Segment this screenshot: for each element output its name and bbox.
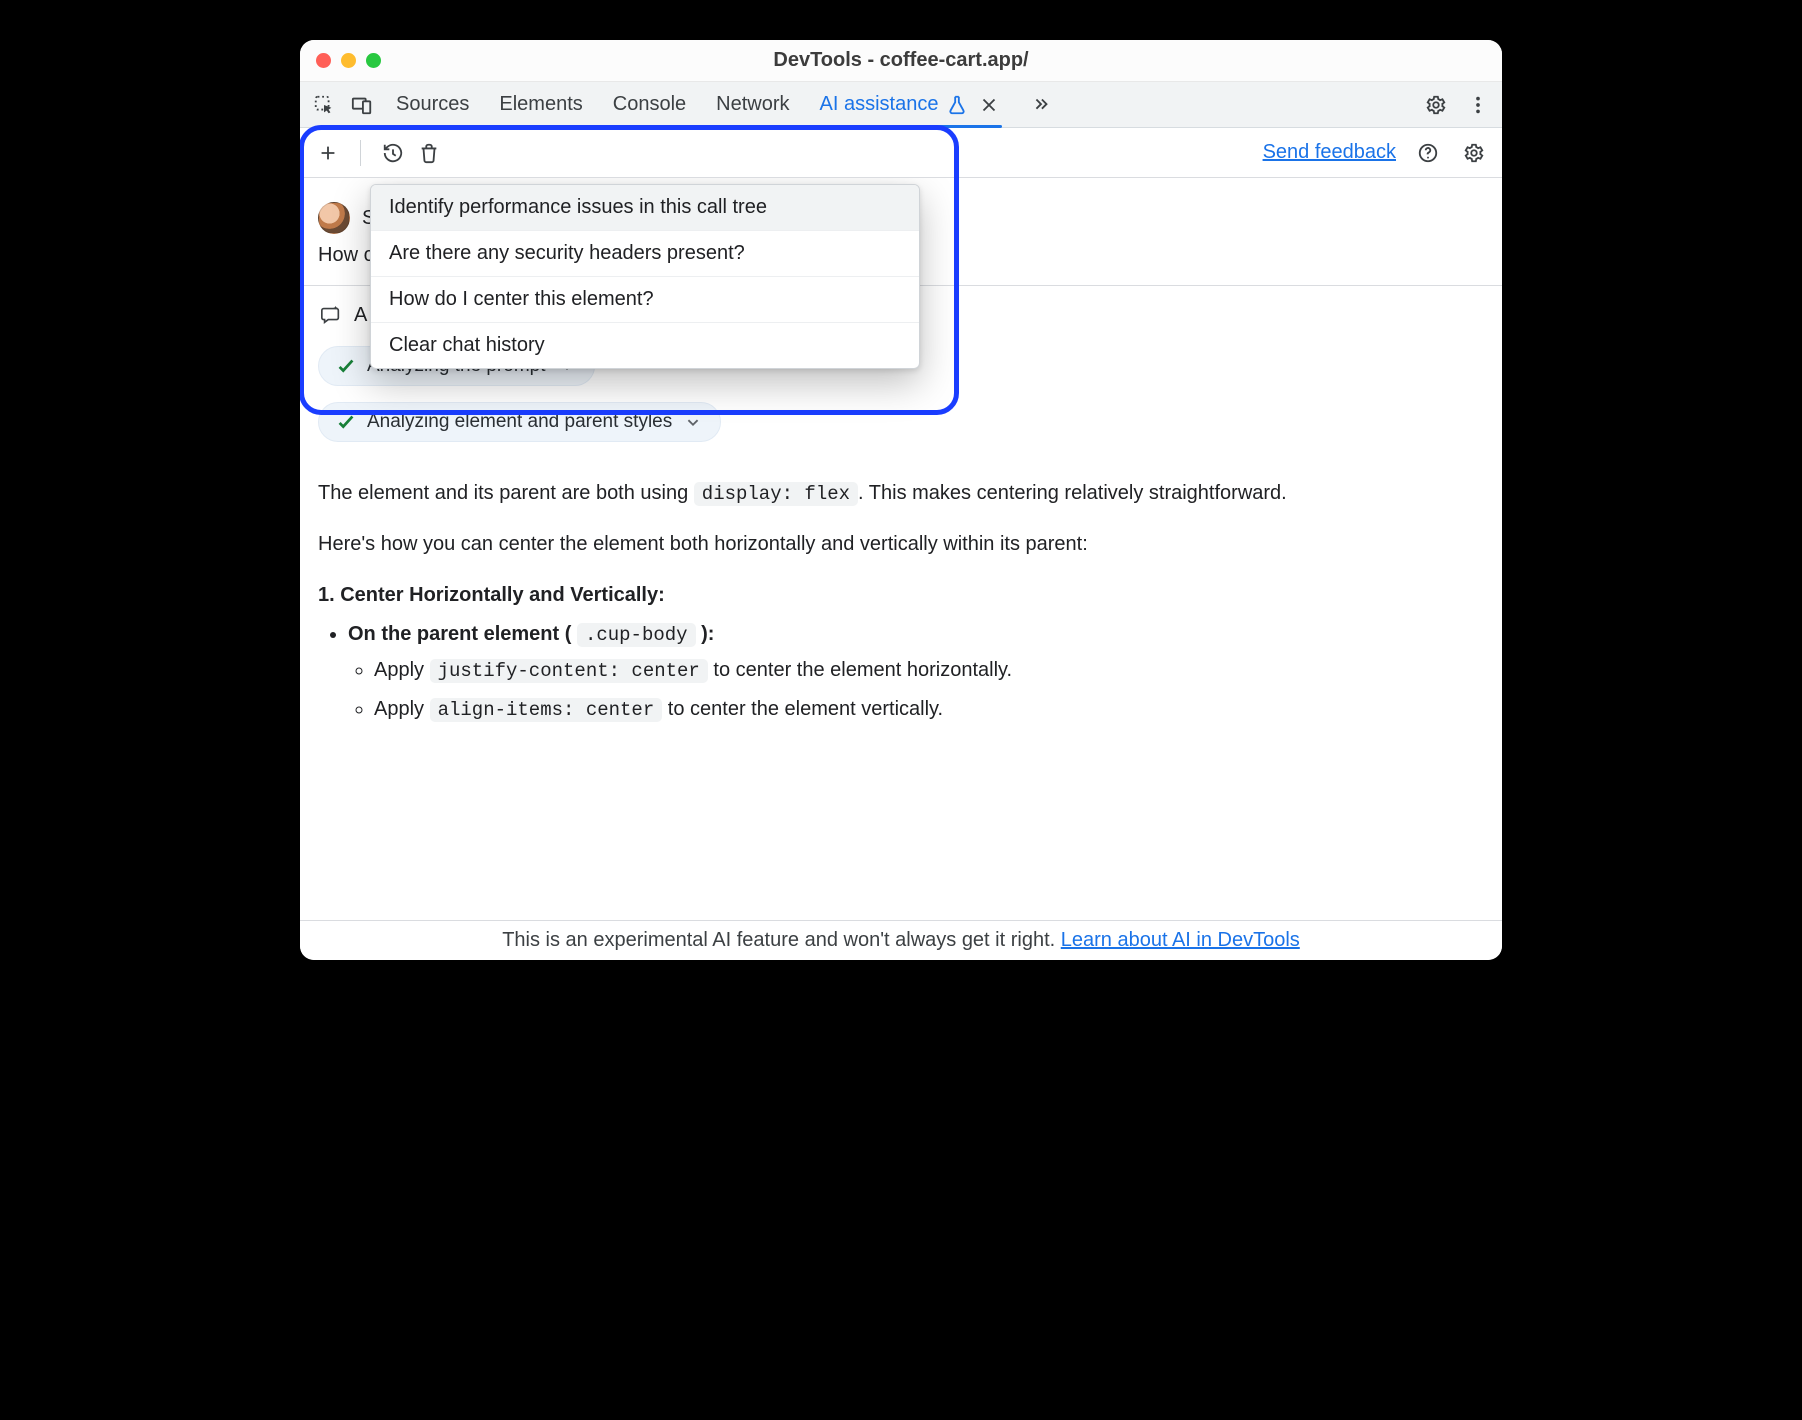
titlebar: DevTools - coffee-cart.app/ — [300, 40, 1502, 82]
text: to center the element vertically. — [662, 698, 943, 720]
code-inline: align-items: center — [430, 698, 663, 722]
response-heading: 1. Center Horizontally and Vertically: — [318, 580, 1484, 611]
tab-label: Console — [613, 93, 686, 116]
zoom-window-button[interactable] — [366, 53, 381, 68]
experiment-flask-icon — [946, 94, 968, 116]
chip-label: Analyzing element and parent styles — [367, 411, 672, 433]
list-item: Apply align-items: center to center the … — [374, 694, 1484, 725]
progress-chip[interactable]: Analyzing element and parent styles — [318, 402, 721, 442]
help-icon[interactable] — [1414, 139, 1442, 167]
window-title: DevTools - coffee-cart.app/ — [300, 49, 1502, 72]
text: Apply — [374, 698, 430, 720]
text: Apply — [374, 659, 430, 681]
text: On the parent element ( — [348, 623, 577, 645]
chevron-down-icon — [682, 411, 704, 433]
history-icon[interactable] — [379, 139, 407, 167]
text: Here's how you can center the element bo… — [318, 529, 1484, 560]
history-item[interactable]: How do I center this element? — [371, 277, 919, 323]
code-inline: display: flex — [694, 482, 858, 506]
text: The element and its parent are both usin… — [318, 482, 694, 504]
chat-content: S How c A Analyzing the prompt — [300, 178, 1502, 920]
devtools-window: DevTools - coffee-cart.app/ Sources Elem… — [300, 40, 1502, 960]
settings-gear-icon[interactable] — [1422, 91, 1450, 119]
history-item[interactable]: Identify performance issues in this call… — [371, 185, 919, 231]
traffic-lights — [316, 53, 381, 68]
minimize-window-button[interactable] — [341, 53, 356, 68]
more-tabs-icon[interactable] — [1030, 94, 1052, 116]
tab-label: Elements — [499, 93, 582, 116]
code-inline: .cup-body — [577, 623, 696, 647]
check-icon — [335, 355, 357, 377]
ai-response: The element and its parent are both usin… — [318, 478, 1484, 726]
panel-tabbar: Sources Elements Console Network AI assi… — [300, 82, 1502, 128]
delete-icon[interactable] — [415, 139, 443, 167]
separator — [360, 140, 361, 166]
history-item[interactable]: Are there any security headers present? — [371, 231, 919, 277]
list-item: Apply justify-content: center to center … — [374, 655, 1484, 686]
text: to center the element horizontally. — [708, 659, 1012, 681]
tab-console[interactable]: Console — [613, 82, 686, 127]
history-dropdown: Identify performance issues in this call… — [370, 184, 920, 369]
send-feedback-link[interactable]: Send feedback — [1263, 141, 1396, 164]
footer: This is an experimental AI feature and w… — [300, 920, 1502, 960]
tab-network[interactable]: Network — [716, 82, 789, 127]
tab-label: Network — [716, 93, 789, 116]
tab-ai-assistance[interactable]: AI assistance — [820, 82, 1001, 127]
tab-elements[interactable]: Elements — [499, 82, 582, 127]
ai-toolbar: Send feedback — [300, 128, 1502, 178]
text: . This makes centering relatively straig… — [858, 482, 1287, 504]
close-window-button[interactable] — [316, 53, 331, 68]
footer-text: This is an experimental AI feature and w… — [502, 929, 1061, 951]
new-chat-icon[interactable] — [314, 139, 342, 167]
check-icon — [335, 411, 357, 433]
device-toolbar-icon[interactable] — [348, 91, 376, 119]
tab-sources[interactable]: Sources — [396, 82, 469, 127]
footer-link[interactable]: Learn about AI in DevTools — [1061, 929, 1300, 951]
close-tab-icon[interactable] — [978, 94, 1000, 116]
tab-label: Sources — [396, 93, 469, 116]
inspect-element-icon[interactable] — [310, 91, 338, 119]
list-item: On the parent element ( .cup-body ): App… — [348, 619, 1484, 725]
code-inline: justify-content: center — [430, 659, 708, 683]
user-avatar — [318, 202, 350, 234]
kebab-menu-icon[interactable] — [1464, 91, 1492, 119]
ai-sparkle-chat-icon — [318, 302, 344, 328]
panel-settings-gear-icon[interactable] — [1460, 139, 1488, 167]
text: ): — [696, 623, 715, 645]
tab-label: AI assistance — [820, 93, 939, 116]
ai-label: A — [354, 304, 367, 327]
clear-history-item[interactable]: Clear chat history — [371, 323, 919, 368]
